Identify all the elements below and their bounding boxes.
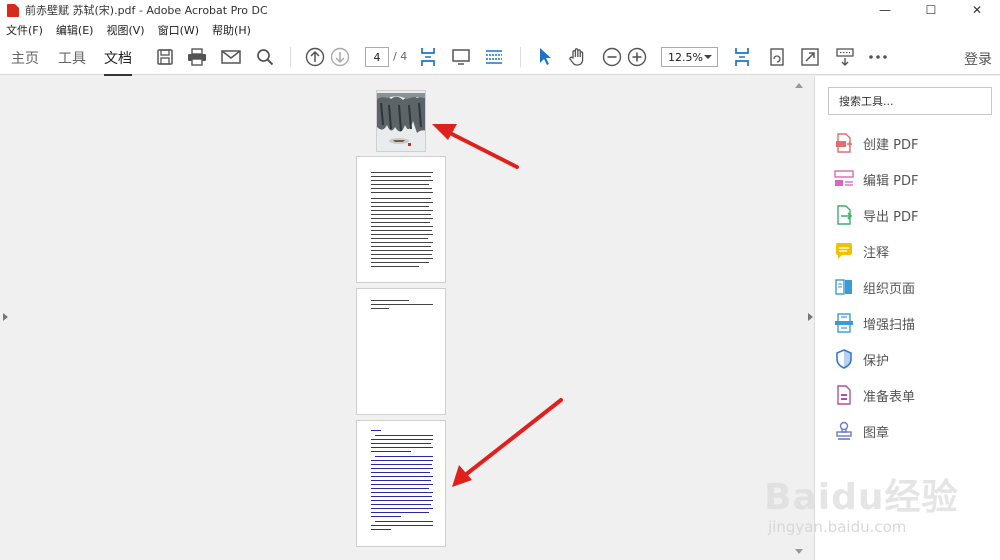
export-pdf-icon: [834, 205, 854, 225]
tab-document[interactable]: 文档: [104, 48, 132, 76]
tool-label: 增强扫描: [863, 317, 916, 333]
tool-label: 注释: [863, 245, 890, 261]
menu-view[interactable]: 视图(V): [106, 22, 144, 38]
red-arrow-icon: [452, 398, 563, 487]
read-mode-icon[interactable]: [450, 46, 472, 68]
collapse-right-panel-icon[interactable]: [808, 313, 813, 321]
menu-file[interactable]: 文件(F): [6, 22, 43, 38]
tool-label: 编辑 PDF: [863, 173, 919, 189]
scroll-down-icon[interactable]: [795, 549, 803, 554]
scroll-mode-icon[interactable]: [483, 46, 505, 68]
tool-protect[interactable]: 保护: [834, 347, 889, 371]
full-screen-icon[interactable]: [799, 46, 821, 68]
prepare-form-icon: [834, 385, 854, 405]
menu-edit[interactable]: 编辑(E): [56, 22, 94, 38]
tool-organize-pages[interactable]: 组织页面: [834, 275, 915, 299]
tool-export-pdf[interactable]: 导出 PDF: [834, 203, 918, 227]
window-controls: — ☐ ✕: [862, 0, 1000, 20]
red-arrow-icon: [432, 124, 519, 169]
fit-page-icon[interactable]: [417, 46, 439, 68]
zoom-out-icon[interactable]: [601, 46, 623, 68]
organize-pages-icon: [834, 277, 854, 297]
watermark-url: jingyan.baidu.com: [768, 518, 907, 536]
page-number-input[interactable]: 4: [365, 47, 389, 67]
toolbar: 主页 工具 文档 4 / 4 12.5% 登录: [0, 39, 1000, 76]
search-icon[interactable]: [254, 46, 276, 68]
close-button[interactable]: ✕: [954, 0, 1000, 20]
maximize-button[interactable]: ☐: [908, 0, 954, 20]
tools-search-input[interactable]: 搜索工具...: [828, 87, 992, 115]
window-title: 前赤壁赋 苏轼(宋).pdf - Adobe Acrobat Pro DC: [25, 4, 268, 17]
menu-bar: 文件(F) 编辑(E) 视图(V) 窗口(W) 帮助(H): [0, 20, 1000, 39]
rotate-view-icon[interactable]: [766, 46, 788, 68]
minimize-button[interactable]: —: [862, 0, 908, 20]
tool-stamp[interactable]: 图章: [834, 419, 889, 443]
tool-enhance-scan[interactable]: 增强扫描: [834, 311, 915, 335]
tool-label: 准备表单: [863, 389, 916, 405]
tool-edit-pdf[interactable]: 编辑 PDF: [834, 167, 918, 191]
zoom-level-value: 12.5%: [668, 50, 703, 64]
scroll-up-icon[interactable]: [795, 83, 803, 88]
email-icon[interactable]: [220, 46, 242, 68]
tab-tools[interactable]: 工具: [58, 48, 86, 68]
tab-home[interactable]: 主页: [11, 48, 39, 68]
edit-pdf-icon: [834, 169, 854, 189]
hand-tool-icon[interactable]: [567, 46, 589, 68]
tool-create-pdf[interactable]: 创建 PDF: [834, 131, 918, 155]
document-area[interactable]: [0, 76, 792, 560]
tool-label: 创建 PDF: [863, 137, 919, 153]
keyboard-download-icon[interactable]: [834, 46, 856, 68]
tool-label: 组织页面: [863, 281, 916, 297]
tool-label: 保护: [863, 353, 890, 369]
pdf-file-icon: [7, 3, 19, 17]
more-options-icon[interactable]: [867, 46, 889, 68]
tool-prepare-form[interactable]: 准备表单: [834, 383, 915, 407]
toolbar-separator: [290, 47, 291, 67]
save-icon[interactable]: [154, 46, 176, 68]
tool-label: 导出 PDF: [863, 209, 919, 225]
protect-icon: [834, 349, 854, 369]
previous-page-icon[interactable]: [304, 46, 326, 68]
toolbar-separator: [520, 47, 521, 67]
signin-link[interactable]: 登录: [964, 49, 992, 69]
create-pdf-icon: [834, 133, 854, 153]
tool-label: 图章: [863, 425, 890, 441]
select-cursor-icon[interactable]: [534, 46, 556, 68]
comment-icon: [834, 241, 854, 261]
tool-comment[interactable]: 注释: [834, 239, 889, 263]
zoom-in-icon[interactable]: [626, 46, 648, 68]
zoom-level-select[interactable]: 12.5%: [661, 47, 718, 67]
print-icon[interactable]: [186, 46, 208, 68]
next-page-icon[interactable]: [329, 46, 351, 68]
page-total: / 4: [393, 50, 408, 63]
stamp-icon: [834, 421, 854, 441]
annotation-arrows: [432, 124, 563, 487]
chevron-down-icon: [704, 55, 712, 59]
menu-window[interactable]: 窗口(W): [158, 22, 199, 38]
enhance-scan-icon: [834, 313, 854, 333]
fit-page-view-icon[interactable]: [731, 46, 753, 68]
baidu-watermark: Baidu经验: [764, 477, 959, 518]
title-bar: 前赤壁赋 苏轼(宋).pdf - Adobe Acrobat Pro DC — …: [0, 0, 1000, 20]
menu-help[interactable]: 帮助(H): [212, 22, 251, 38]
